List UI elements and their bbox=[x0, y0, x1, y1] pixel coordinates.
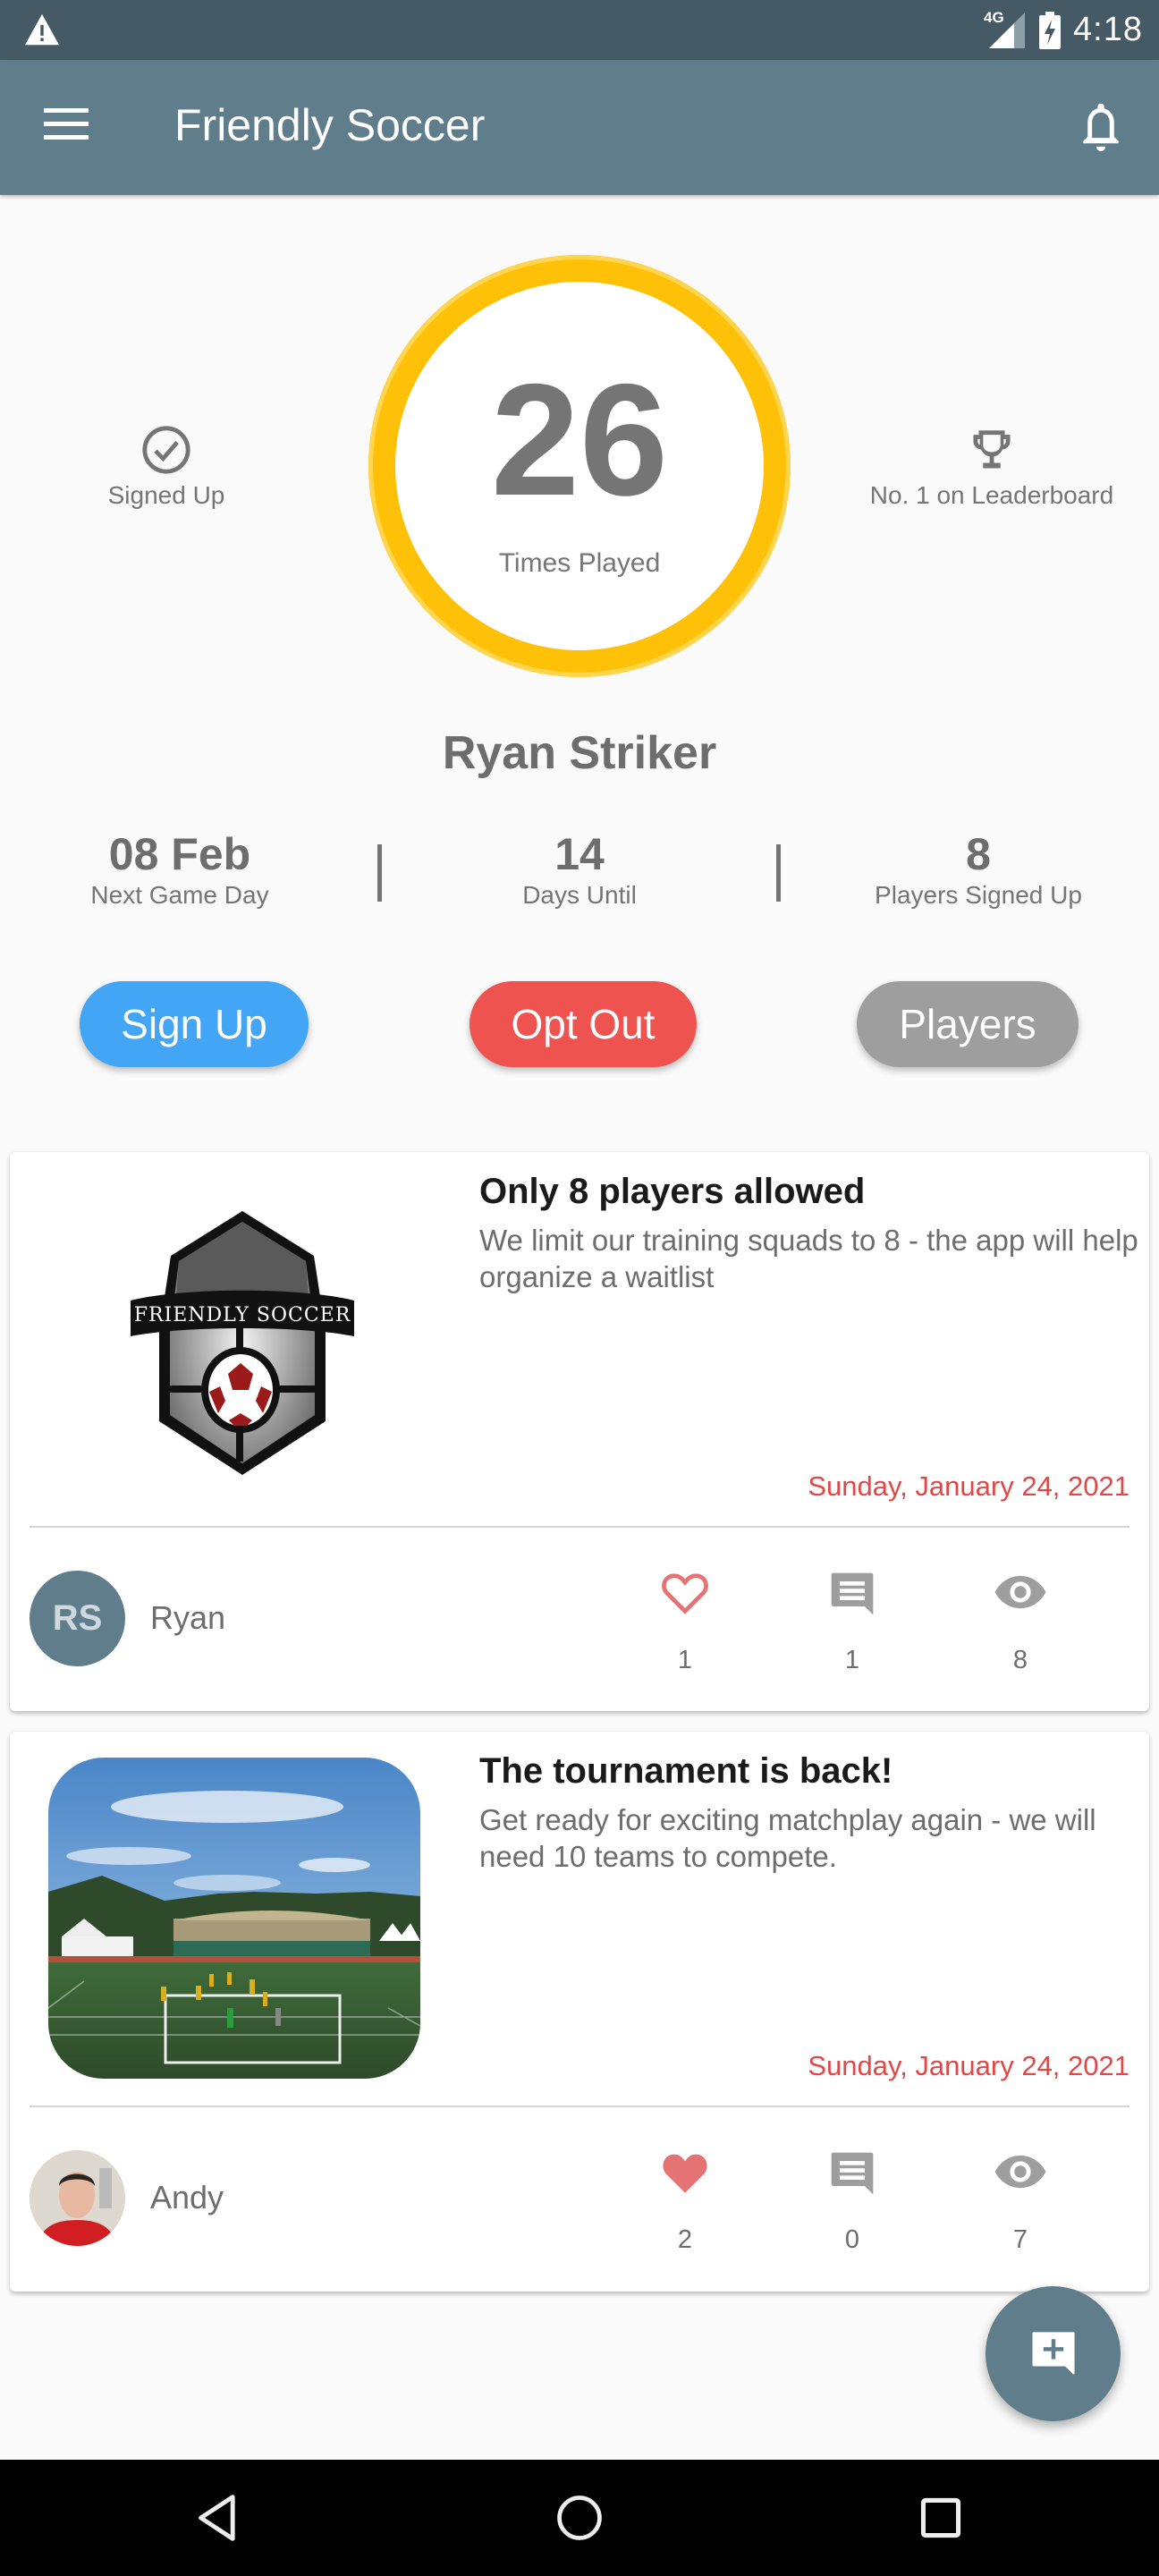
eye-icon bbox=[994, 2155, 1046, 2189]
like-button[interactable]: 1 bbox=[640, 1569, 730, 1675]
stat-value: 08 Feb bbox=[108, 829, 251, 879]
sign-up-button[interactable]: Sign Up bbox=[80, 981, 309, 1067]
home-button[interactable] bbox=[544, 2487, 615, 2549]
avatar-initials: RS bbox=[52, 1598, 103, 1638]
post-date: Sunday, January 24, 2021 bbox=[808, 1470, 1129, 1502]
back-button[interactable] bbox=[182, 2487, 253, 2549]
add-post-fab[interactable] bbox=[986, 2286, 1121, 2421]
view-count: 8 bbox=[1012, 1646, 1028, 1674]
like-count: 2 bbox=[677, 2225, 693, 2254]
comment-count: 1 bbox=[844, 1646, 860, 1674]
views-indicator[interactable]: 7 bbox=[976, 2148, 1065, 2255]
post-title: The tournament is back! bbox=[479, 1751, 893, 1791]
players-button[interactable]: Players bbox=[857, 981, 1079, 1067]
friendly-soccer-logo: FRIENDLY SOCCER bbox=[131, 1211, 354, 1475]
times-played-label: Times Played bbox=[498, 548, 661, 578]
home-icon bbox=[557, 2496, 602, 2540]
view-count: 7 bbox=[1012, 2225, 1028, 2254]
comment-button[interactable]: 1 bbox=[808, 1569, 897, 1675]
signal-icon: 4G bbox=[984, 9, 1027, 50]
bell-icon[interactable] bbox=[1073, 99, 1129, 157]
stat-label: Next Game Day bbox=[90, 881, 269, 909]
eye-icon bbox=[994, 1575, 1046, 1609]
comment-icon bbox=[831, 1572, 874, 1615]
post-card[interactable]: The tournament is back! Get ready for ex… bbox=[10, 1732, 1149, 2292]
add-comment-icon bbox=[1031, 2331, 1075, 2374]
post-title: Only 8 players allowed bbox=[479, 1172, 866, 1211]
stat-value: 14 bbox=[554, 829, 605, 879]
hamburger-menu-icon[interactable] bbox=[41, 108, 91, 148]
recents-button[interactable] bbox=[905, 2487, 977, 2549]
heart-filled-icon bbox=[663, 2154, 707, 2193]
heart-outline-icon bbox=[662, 1573, 708, 1614]
post-date: Sunday, January 24, 2021 bbox=[808, 2050, 1129, 2081]
players-signed-up-stat: 8 Players Signed Up bbox=[835, 830, 1121, 910]
signed-up-status: Signed Up bbox=[59, 424, 274, 510]
post-author: Andy bbox=[150, 2179, 224, 2216]
avatar[interactable] bbox=[30, 2150, 125, 2246]
opt-out-button[interactable]: Opt Out bbox=[470, 981, 697, 1067]
stat-label: Players Signed Up bbox=[875, 881, 1082, 909]
avatar[interactable]: RS bbox=[30, 1571, 125, 1666]
soccer-field-photo bbox=[48, 1758, 420, 2079]
stat-label: Days Until bbox=[522, 881, 637, 909]
times-played-value: 26 bbox=[491, 351, 668, 529]
trophy-icon bbox=[973, 430, 1011, 469]
card-divider bbox=[30, 2106, 1129, 2107]
player-name: Ryan Striker bbox=[442, 727, 717, 779]
leaderboard-status: No. 1 on Leaderboard bbox=[849, 424, 1135, 510]
stat-divider bbox=[776, 844, 781, 902]
leaderboard-label: No. 1 on Leaderboard bbox=[869, 481, 1114, 509]
post-author: Ryan bbox=[150, 1599, 226, 1636]
check-circle-icon bbox=[142, 426, 190, 474]
recents-icon bbox=[920, 2497, 961, 2538]
like-button[interactable]: 2 bbox=[640, 2148, 730, 2255]
status-icons: 4G 4:18 bbox=[984, 0, 1143, 60]
post-body: We limit our training squads to 8 - the … bbox=[479, 1224, 1138, 1293]
comment-icon bbox=[831, 2152, 874, 2195]
warning-icon bbox=[25, 13, 59, 46]
stat-value: 8 bbox=[966, 829, 991, 879]
signed-up-label: Signed Up bbox=[107, 481, 225, 509]
app-toolbar: Friendly Soccer bbox=[0, 60, 1159, 195]
post-card[interactable]: FRIENDLY SOCCER Only 8 players allowed W… bbox=[10, 1152, 1149, 1711]
comment-count: 0 bbox=[844, 2225, 860, 2254]
system-nav-bar bbox=[0, 2460, 1159, 2576]
stat-divider bbox=[377, 844, 382, 902]
status-bar: 4G 4:18 bbox=[0, 0, 1159, 60]
back-icon bbox=[199, 2495, 235, 2541]
app-title: Friendly Soccer bbox=[174, 100, 486, 150]
logo-text: FRIENDLY SOCCER bbox=[134, 1304, 351, 1326]
next-game-day-stat: 08 Feb Next Game Day bbox=[37, 830, 323, 910]
comment-button[interactable]: 0 bbox=[808, 2148, 897, 2255]
battery-charging-icon bbox=[1039, 11, 1062, 49]
like-count: 1 bbox=[677, 1646, 693, 1674]
days-until-stat: 14 Days Until bbox=[436, 830, 723, 910]
views-indicator[interactable]: 8 bbox=[976, 1569, 1065, 1675]
author-photo bbox=[30, 2150, 125, 2246]
times-played-ring: 26 Times Played bbox=[368, 255, 791, 677]
post-body: Get ready for exciting matchplay again -… bbox=[479, 1803, 1096, 1873]
clock: 4:18 bbox=[1073, 11, 1143, 48]
card-divider bbox=[30, 1526, 1129, 1528]
